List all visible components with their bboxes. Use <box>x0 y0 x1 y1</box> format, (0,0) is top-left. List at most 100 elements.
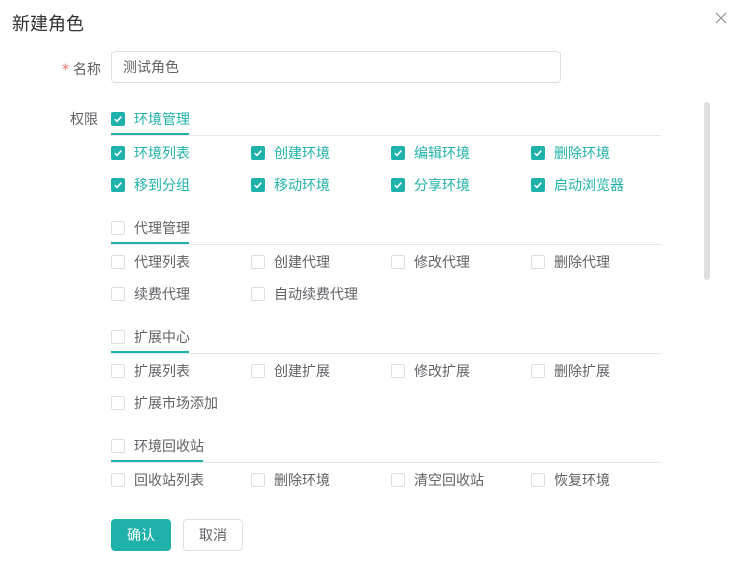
checkbox[interactable] <box>111 287 125 301</box>
checkbox[interactable] <box>111 221 125 235</box>
name-label-text: 名称 <box>73 62 101 78</box>
checkbox[interactable] <box>111 364 125 378</box>
permission-item[interactable]: 修改代理 <box>391 252 470 273</box>
checkbox[interactable] <box>111 255 125 269</box>
permission-checkbox[interactable]: 扩展市场添加 <box>111 393 218 413</box>
permission-checkbox[interactable]: 删除代理 <box>531 252 610 272</box>
checkbox-label: 创建扩展 <box>274 364 330 380</box>
checkbox-label: 创建环境 <box>274 146 330 162</box>
checkbox[interactable] <box>391 255 405 269</box>
name-label: * 名称 <box>62 59 101 79</box>
checkbox-checked[interactable] <box>111 178 125 192</box>
permission-item[interactable]: 修改扩展 <box>391 361 470 382</box>
permission-item[interactable]: 恢复环境 <box>531 470 610 491</box>
permission-item[interactable]: 清空回收站 <box>391 470 484 491</box>
permission-item[interactable]: 移动环境 <box>251 175 330 195</box>
checkbox-checked[interactable] <box>251 146 265 160</box>
permission-item[interactable]: 续费代理 <box>111 284 190 305</box>
role-name-input[interactable] <box>111 51 561 83</box>
permission-item[interactable]: 编辑环境 <box>391 143 470 163</box>
confirm-button[interactable]: 确认 <box>111 519 171 551</box>
permission-item[interactable]: 分享环境 <box>391 175 470 195</box>
permission-checkbox[interactable]: 创建代理 <box>251 252 330 272</box>
group-checkbox[interactable]: 环境回收站 <box>111 436 204 456</box>
checkbox-checked[interactable] <box>391 146 405 160</box>
permission-checkbox[interactable]: 移动环境 <box>251 175 330 195</box>
permission-item[interactable]: 创建扩展 <box>251 361 330 382</box>
permission-checkbox[interactable]: 代理列表 <box>111 252 190 272</box>
checkbox[interactable] <box>111 330 125 344</box>
scrollbar[interactable] <box>704 102 710 280</box>
permission-checkbox[interactable]: 创建环境 <box>251 143 330 163</box>
group-underline <box>111 242 189 244</box>
checkbox-label: 修改扩展 <box>414 364 470 380</box>
checkbox-label: 编辑环境 <box>414 146 470 162</box>
checkbox[interactable] <box>251 364 265 378</box>
permission-checkbox[interactable]: 清空回收站 <box>391 470 484 490</box>
checkbox-checked[interactable] <box>251 178 265 192</box>
permission-checkbox[interactable]: 编辑环境 <box>391 143 470 163</box>
group-checkbox[interactable]: 代理管理 <box>111 218 190 238</box>
permission-item[interactable]: 删除扩展 <box>531 361 610 382</box>
permission-group: 环境回收站回收站列表 删除环境 清空回收站 恢复环境 <box>111 427 662 495</box>
checkbox-checked[interactable] <box>111 146 125 160</box>
permission-checkbox[interactable]: 分享环境 <box>391 175 470 195</box>
permission-item[interactable]: 扩展列表 <box>111 361 190 382</box>
checkbox-checked[interactable] <box>111 112 125 126</box>
permission-item[interactable]: 自动续费代理 <box>251 284 358 305</box>
permission-item[interactable]: 移到分组 <box>111 175 190 195</box>
checkbox[interactable] <box>531 473 545 487</box>
permission-item[interactable]: 环境列表 <box>111 143 190 163</box>
checkbox-label: 环境回收站 <box>134 439 204 455</box>
checkbox[interactable] <box>111 396 125 410</box>
permission-checkbox[interactable]: 移到分组 <box>111 175 190 195</box>
permission-item[interactable]: 删除代理 <box>531 252 610 273</box>
checkbox[interactable] <box>251 473 265 487</box>
permission-checkbox[interactable]: 删除环境 <box>531 143 610 163</box>
checkbox-label: 创建代理 <box>274 255 330 271</box>
checkbox[interactable] <box>531 364 545 378</box>
checkbox[interactable] <box>111 473 125 487</box>
checkbox[interactable] <box>391 364 405 378</box>
permission-checkbox[interactable]: 回收站列表 <box>111 470 204 490</box>
group-checkbox[interactable]: 环境管理 <box>111 109 190 129</box>
permission-group: 扩展中心扩展列表 创建扩展 修改扩展 删除扩展扩展市场添加 <box>111 318 662 427</box>
checkbox[interactable] <box>111 439 125 453</box>
checkbox-checked[interactable] <box>391 178 405 192</box>
checkbox-label: 删除环境 <box>274 473 330 489</box>
permission-checkbox[interactable]: 修改代理 <box>391 252 470 272</box>
permission-item[interactable]: 创建环境 <box>251 143 330 163</box>
permission-checkbox[interactable]: 修改扩展 <box>391 361 470 381</box>
permission-checkbox[interactable]: 扩展列表 <box>111 361 190 381</box>
checkbox-label: 恢复环境 <box>554 473 610 489</box>
permission-checkbox[interactable]: 创建扩展 <box>251 361 330 381</box>
required-mark: * <box>62 62 69 78</box>
checkbox[interactable] <box>251 287 265 301</box>
permission-item[interactable]: 回收站列表 <box>111 470 204 491</box>
checkbox-checked[interactable] <box>531 178 545 192</box>
checkbox[interactable] <box>531 255 545 269</box>
permission-item[interactable]: 启动浏览器 <box>531 175 624 195</box>
permission-checkbox[interactable]: 恢复环境 <box>531 470 610 490</box>
permission-checkbox[interactable]: 自动续费代理 <box>251 284 358 304</box>
checkbox[interactable] <box>391 473 405 487</box>
permission-item[interactable]: 删除环境 <box>531 143 610 163</box>
group-checkbox[interactable]: 扩展中心 <box>111 327 190 347</box>
checkbox-label: 删除扩展 <box>554 364 610 380</box>
permission-item[interactable]: 删除环境 <box>251 470 330 491</box>
close-icon[interactable] <box>713 10 729 26</box>
checkbox-label: 删除环境 <box>554 146 610 162</box>
permission-checkbox[interactable]: 删除扩展 <box>531 361 610 381</box>
permission-item[interactable]: 创建代理 <box>251 252 330 273</box>
permission-item[interactable]: 扩展市场添加 <box>111 393 218 414</box>
permission-item[interactable]: 代理列表 <box>111 252 190 273</box>
permission-checkbox[interactable]: 环境列表 <box>111 143 190 163</box>
cancel-button[interactable]: 取消 <box>183 519 243 551</box>
permission-checkbox[interactable]: 删除环境 <box>251 470 330 490</box>
checkbox-label: 扩展列表 <box>134 364 190 380</box>
checkbox-checked[interactable] <box>531 146 545 160</box>
permission-checkbox[interactable]: 续费代理 <box>111 284 190 304</box>
checkbox-label: 代理列表 <box>134 255 190 271</box>
permission-checkbox[interactable]: 启动浏览器 <box>531 175 624 195</box>
checkbox[interactable] <box>251 255 265 269</box>
